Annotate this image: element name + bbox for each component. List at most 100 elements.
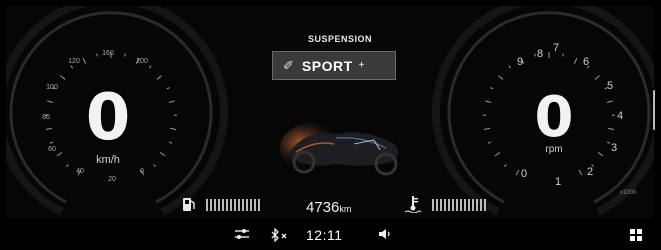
odometer: 4736km — [306, 199, 386, 216]
instrument-cluster-screen: 160 120 200 100 80 60 40 20 0 0 km/h 9 8… — [0, 0, 661, 250]
dial-tick-mark — [60, 75, 66, 80]
instrument-cluster-panel: 160 120 200 100 80 60 40 20 0 0 km/h 9 8… — [6, 6, 654, 218]
dial-tick-mark — [606, 100, 613, 103]
speed-tick-label: 40 — [76, 168, 84, 175]
speed-tick-label: 80 — [42, 114, 50, 121]
level-segment — [234, 199, 236, 211]
rpm-tick-label: 9 — [516, 56, 524, 68]
dial-tick-mark — [148, 65, 152, 69]
speed-value: 0 — [85, 81, 131, 155]
level-segment — [238, 199, 240, 211]
rpm-tick-label: 2 — [586, 166, 594, 178]
dial-tick-mark — [498, 75, 504, 80]
dial-tick-mark — [608, 127, 615, 130]
motorcycle-image — [280, 122, 399, 176]
rpm-tick-label: 8 — [536, 48, 544, 60]
speed-tick-label: 100 — [46, 84, 58, 91]
dial-tick-mark — [504, 164, 507, 167]
speed-tick-label: 120 — [68, 58, 80, 65]
clock-time: 12:11 — [306, 227, 343, 243]
level-segment — [476, 199, 478, 211]
level-segment — [222, 199, 224, 211]
suspension-mode-suffix: + — [358, 60, 365, 71]
dial-tick-mark — [597, 152, 604, 157]
scroll-indicator — [653, 90, 655, 130]
dial-tick-mark — [594, 75, 600, 80]
level-segment — [230, 199, 232, 211]
dial-tick-mark — [573, 57, 578, 64]
level-segment — [452, 199, 454, 211]
speed-tick-label: 0 — [140, 168, 144, 175]
bluetooth-off-icon[interactable] — [270, 227, 290, 245]
level-segment — [218, 199, 220, 211]
dial-tick-mark — [124, 53, 126, 57]
level-segment — [444, 199, 446, 211]
level-segment — [456, 199, 458, 211]
level-segment — [480, 199, 482, 211]
rpm-tick-label: 3 — [610, 142, 618, 154]
speed-tick-label: 160 — [102, 50, 114, 57]
rpm-scale-note: x1000 — [619, 190, 637, 196]
dial-tick-mark — [490, 87, 494, 90]
wrench-icon: ✐ — [283, 57, 294, 73]
odometer-value: 4736 — [306, 199, 340, 216]
level-segment — [246, 199, 248, 211]
level-segment — [206, 199, 208, 211]
level-segment — [254, 199, 256, 211]
speed-tick-label: 200 — [136, 58, 148, 65]
level-segment — [214, 199, 216, 211]
level-segment — [460, 199, 462, 211]
odometer-unit: km — [339, 204, 352, 214]
level-segment — [484, 199, 486, 211]
rpm-tick-label: 5 — [606, 80, 614, 92]
dial-tick-mark — [170, 127, 177, 130]
level-segment — [436, 199, 438, 211]
dial-tick-mark — [508, 65, 512, 69]
dial-tick-mark — [485, 100, 492, 103]
coolant-level-bar — [432, 199, 486, 211]
dial-tick-mark — [168, 100, 175, 103]
level-segment — [432, 199, 434, 211]
dial-tick-mark — [70, 65, 74, 69]
dial-tick-mark — [494, 152, 501, 157]
rpm-unit: rpm — [545, 144, 563, 155]
speed-tick-label: 20 — [108, 176, 116, 183]
dial-tick-mark — [66, 164, 69, 167]
rpm-value: 0 — [534, 85, 574, 150]
suspension-title: SUSPENSION — [307, 34, 372, 44]
dial-tick-mark — [169, 141, 173, 144]
speed-unit: km/h — [96, 154, 120, 166]
level-segment — [250, 199, 252, 211]
rpm-tick-label: 1 — [554, 176, 562, 188]
dial-tick-mark — [562, 53, 564, 57]
dial-tick-mark — [153, 164, 156, 167]
speed-tick-label: 60 — [48, 146, 56, 153]
volume-icon[interactable] — [378, 228, 392, 243]
suspension-mode-button[interactable]: ✐ SPORT + — [272, 51, 396, 80]
level-segment — [440, 199, 442, 211]
coolant-temperature-icon — [404, 195, 422, 218]
sliders-icon[interactable] — [234, 228, 250, 243]
grid-menu-icon[interactable] — [630, 229, 642, 241]
rpm-tick-label: 6 — [582, 56, 590, 68]
dial-tick-mark — [49, 141, 53, 144]
level-segment — [472, 199, 474, 211]
rpm-tick-label: 0 — [520, 168, 528, 180]
dial-tick-mark — [156, 75, 162, 80]
level-segment — [226, 199, 228, 211]
fuel-level-bar — [206, 199, 260, 211]
fuel-pump-icon — [182, 196, 196, 217]
dial-tick-mark — [487, 141, 491, 144]
level-segment — [464, 199, 466, 211]
level-segment — [448, 199, 450, 211]
level-segment — [468, 199, 470, 211]
level-segment — [258, 199, 260, 211]
level-segment — [210, 199, 212, 211]
dial-tick-mark — [159, 152, 166, 157]
dial-tick-mark — [483, 127, 490, 130]
dial-tick-mark — [45, 127, 52, 130]
level-segment — [242, 199, 244, 211]
dial-tick-mark — [47, 100, 54, 103]
dial-tick-mark — [166, 87, 170, 90]
rpm-tick-label: 4 — [616, 110, 624, 122]
